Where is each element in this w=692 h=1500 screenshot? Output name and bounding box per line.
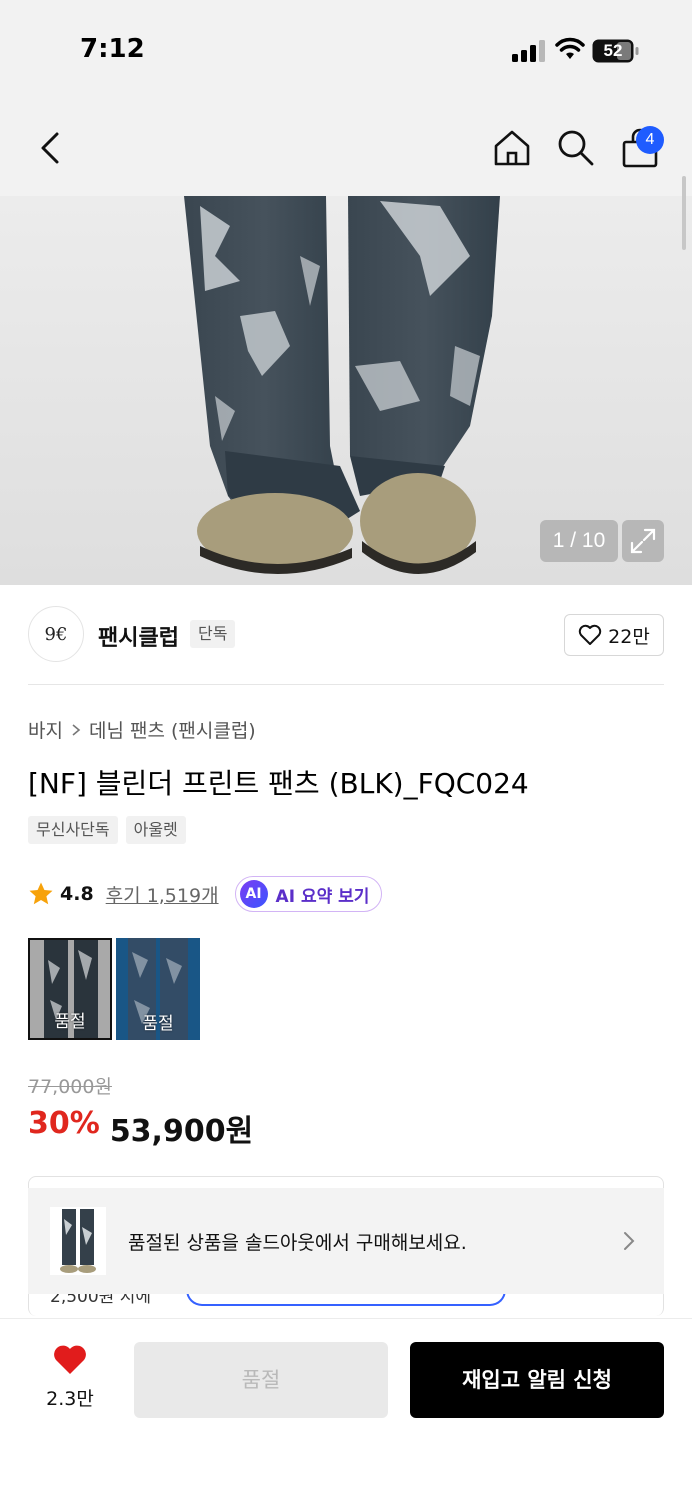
chevron-right-icon bbox=[624, 1232, 635, 1250]
ai-summary-label: AI 요약 보기 bbox=[275, 886, 370, 907]
status-bar: 7:12 52 bbox=[0, 0, 692, 100]
cart-count-badge: 4 bbox=[636, 126, 664, 154]
swatch-soldout-label: 품절 bbox=[142, 1014, 174, 1034]
status-time: 7:12 bbox=[80, 34, 145, 64]
banner-text: 품절된 상품을 솔드아웃에서 구매해보세요. bbox=[128, 1231, 467, 1254]
wishlist-button[interactable]: 2.3만 bbox=[34, 1344, 106, 1411]
brand-like-count: 22만 bbox=[608, 625, 650, 648]
final-price: 53,900원 bbox=[109, 1114, 254, 1149]
scroll-indicator bbox=[682, 176, 686, 250]
search-icon bbox=[558, 130, 594, 166]
top-navigation bbox=[0, 100, 692, 196]
product-tag: 아울렛 bbox=[125, 816, 186, 844]
heart-filled-icon bbox=[54, 1345, 86, 1374]
battery-level: 52 bbox=[603, 41, 623, 60]
swatch-soldout-label: 품절 bbox=[54, 1012, 86, 1032]
original-price: 77,000원 bbox=[28, 1076, 112, 1098]
rating-value: 4.8 bbox=[60, 883, 94, 905]
back-icon bbox=[41, 132, 59, 164]
expand-image-button[interactable] bbox=[622, 520, 664, 562]
signal-icon bbox=[512, 40, 545, 62]
battery-icon: 52 bbox=[592, 39, 640, 63]
restock-alert-button[interactable]: 재입고 알림 신청 bbox=[410, 1342, 664, 1418]
review-count-link[interactable]: 후기 1,519개 bbox=[106, 881, 219, 908]
breadcrumb-current[interactable]: 데님 팬츠 (팬시클럽) bbox=[89, 716, 256, 743]
heart-outline-icon bbox=[578, 624, 602, 645]
rating-row: 4.8 후기 1,519개 AI AI 요약 보기 bbox=[28, 876, 383, 912]
wishlist-count: 2.3만 bbox=[46, 1388, 94, 1410]
ai-badge-icon: AI bbox=[239, 880, 268, 908]
discount-rate: 30% bbox=[28, 1106, 100, 1141]
product-tags: 무신사단독 아울렛 bbox=[28, 816, 186, 844]
breadcrumb: 바지 데님 팬츠 (팬시클럽) bbox=[28, 716, 256, 743]
breadcrumb-parent[interactable]: 바지 bbox=[28, 716, 63, 743]
soldout-button: 품절 bbox=[134, 1342, 388, 1418]
brand-exclusive-tag: 단독 bbox=[190, 620, 236, 648]
color-option-blue[interactable]: 품절 bbox=[116, 938, 200, 1040]
product-tag: 무신사단독 bbox=[28, 816, 118, 844]
color-options: 품절 품절 bbox=[28, 938, 200, 1040]
wifi-icon bbox=[555, 37, 585, 59]
brand-logo[interactable]: 9€ bbox=[28, 606, 84, 662]
home-button[interactable] bbox=[488, 124, 536, 172]
image-counter: 1 / 10 bbox=[540, 520, 618, 562]
back-button[interactable] bbox=[26, 124, 74, 172]
search-button[interactable] bbox=[552, 124, 600, 172]
soldout-resale-banner[interactable]: 품절된 상품을 솔드아웃에서 구매해보세요. bbox=[28, 1188, 664, 1294]
chevron-right-icon bbox=[72, 723, 81, 736]
ai-summary-button[interactable]: AI AI 요약 보기 bbox=[234, 876, 383, 912]
price-row: 30% 53,900원 bbox=[28, 1106, 253, 1150]
divider bbox=[28, 684, 664, 685]
expand-icon bbox=[630, 528, 656, 554]
banner-thumbnail bbox=[50, 1207, 106, 1275]
color-option-black[interactable]: 품절 bbox=[28, 938, 112, 1040]
product-title: [NF] 블린더 프린트 팬츠 (BLK)_FQC024 bbox=[28, 767, 529, 800]
home-icon bbox=[494, 130, 530, 166]
brand-like-button[interactable]: 22만 bbox=[564, 614, 664, 656]
brand-name[interactable]: 팬시클럽 bbox=[98, 620, 179, 652]
star-icon bbox=[29, 882, 53, 905]
